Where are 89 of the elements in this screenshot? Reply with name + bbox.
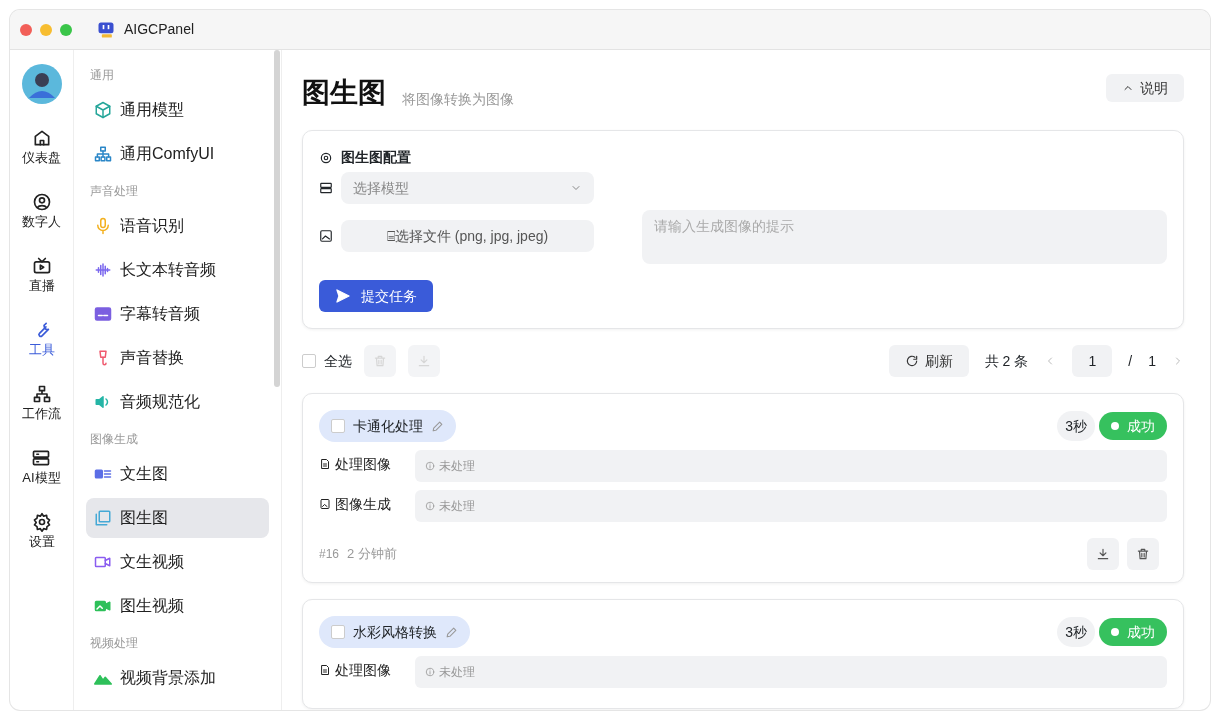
prompt-field[interactable]: 请输入生成图像的提示 (642, 210, 1167, 264)
document-icon (319, 458, 331, 470)
window-control[interactable] (20, 23, 32, 36)
task-title: 水彩风格转换 (353, 622, 437, 642)
menu-item[interactable]: 通用模型 (86, 90, 269, 130)
task-title: 卡通化处理 (353, 416, 423, 436)
waveform-icon (94, 261, 112, 279)
window-control[interactable] (40, 23, 52, 36)
pencil-icon[interactable] (445, 625, 458, 639)
task-checkbox[interactable] (331, 419, 345, 433)
menu-item[interactable]: 声音替换 (86, 338, 269, 378)
menu-item[interactable]: 图生图 (86, 498, 269, 538)
rail-item[interactable]: AI模型 (22, 448, 61, 512)
task-checkbox[interactable] (331, 625, 345, 639)
server-icon (319, 181, 333, 195)
section-label: 视频处理 (89, 635, 139, 652)
section-label: 图像生成 (89, 431, 139, 448)
field-label: 处理图像 (335, 455, 391, 474)
tv-icon (31, 256, 52, 276)
avatar-icon[interactable] (21, 64, 62, 104)
menu-item[interactable]: 图生视频 (86, 586, 269, 626)
section-label: 声音处理 (89, 183, 139, 200)
status-badge: 成功 (1099, 412, 1167, 440)
page-field[interactable]: 1 (1072, 345, 1113, 377)
menu-item[interactable]: 语音识别 (86, 206, 269, 246)
info-icon (425, 501, 435, 511)
task-id: #16 (319, 546, 340, 563)
scrollbar[interactable] (274, 50, 280, 387)
cube-icon (94, 101, 112, 119)
page-subtitle: 将图像转换为图像 (402, 90, 514, 109)
submit-button[interactable]: 提交任务 (319, 280, 433, 312)
duration-label: 3秒 (1057, 617, 1095, 647)
info-icon (425, 461, 435, 471)
server-icon (31, 448, 52, 468)
menu-item[interactable]: 文生视频 (86, 542, 269, 582)
rail-item[interactable]: 工作流 (22, 384, 61, 448)
window-control[interactable] (60, 23, 72, 36)
menu-item[interactable]: 长文本转音频 (86, 250, 269, 290)
gallery-icon (94, 509, 112, 527)
hierarchy-icon (31, 384, 52, 404)
total-count: 共 2 条 (984, 351, 1029, 371)
refresh-button[interactable]: 刷新 (888, 345, 969, 377)
field-label: 处理图像 (335, 661, 391, 680)
download-icon (417, 354, 431, 368)
menu-item[interactable]: 通用ComfyUI (86, 134, 269, 174)
select-all-checkbox[interactable]: 全选 (302, 350, 352, 372)
help-button[interactable]: 说明 (1106, 74, 1184, 102)
menu-item[interactable]: 字幕转音频 (86, 294, 269, 334)
menu-item[interactable]: 音频规范化 (86, 382, 269, 422)
rail-item[interactable]: 仪表盘 (22, 128, 61, 192)
duration-label: 3秒 (1057, 411, 1095, 441)
rail-item[interactable]: 直播 (28, 256, 55, 320)
image-icon (319, 229, 333, 243)
rail-item[interactable]: 设置 (28, 512, 55, 576)
menu-item[interactable]: 视频背景添加 (86, 658, 269, 698)
user-circle-icon (31, 192, 52, 212)
trash-icon (1136, 547, 1150, 561)
task-time: 2 分钟前 (347, 545, 397, 564)
rail-item[interactable]: 工具 (28, 320, 55, 384)
refresh-icon (904, 354, 919, 368)
download-button[interactable] (1087, 538, 1119, 570)
pencil-icon[interactable] (431, 419, 444, 433)
task-title-tag[interactable]: 水彩风格转换 (319, 616, 470, 648)
field-value: 未处理 (415, 490, 1167, 522)
rail-item[interactable]: 数字人 (22, 192, 61, 256)
download-button[interactable] (408, 345, 440, 377)
page-separator: / (1128, 351, 1133, 371)
document-icon (319, 664, 331, 676)
status-badge: 成功 (1099, 618, 1167, 646)
window-title: AIGCPanel (124, 20, 195, 39)
microphone-icon (94, 217, 112, 235)
page-total: 1 (1148, 351, 1156, 371)
file-button[interactable]: ⌸选择文件 (png, jpg, jpeg) (341, 220, 594, 252)
info-icon (425, 667, 435, 677)
hierarchy-icon (94, 145, 112, 163)
section-label: 通用 (89, 67, 115, 84)
field-value: 未处理 (415, 450, 1167, 482)
send-icon (335, 288, 351, 304)
delete-button[interactable] (1127, 538, 1159, 570)
field-label: 图像生成 (335, 495, 391, 514)
field-value: 未处理 (415, 656, 1167, 688)
image-icon (319, 498, 331, 510)
menu-item[interactable]: 文生图 (86, 454, 269, 494)
trash-icon (373, 354, 387, 368)
page-title: 图生图 (302, 76, 386, 110)
task-title-tag[interactable]: 卡通化处理 (319, 410, 456, 442)
config-title: 图生图配置 (341, 148, 411, 167)
download-icon (1096, 547, 1110, 561)
subtitle-icon (94, 305, 112, 323)
